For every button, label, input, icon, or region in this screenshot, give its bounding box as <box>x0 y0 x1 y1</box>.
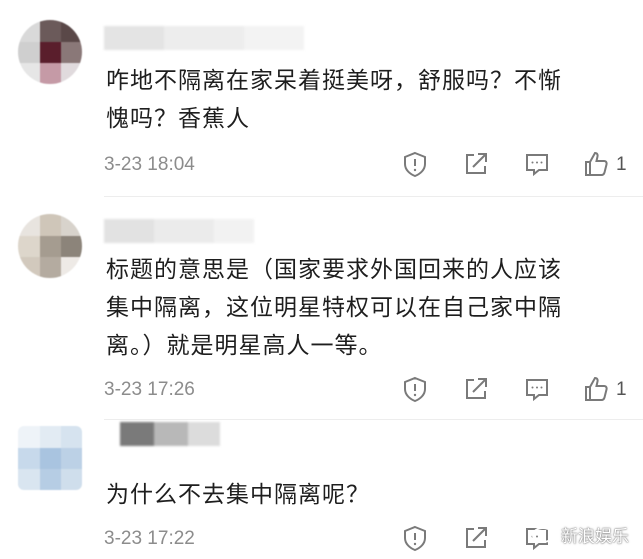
like-icon[interactable] <box>582 375 610 403</box>
share-icon[interactable] <box>462 524 490 552</box>
report-icon[interactable] <box>401 150 429 178</box>
reply-icon[interactable] <box>523 150 551 178</box>
report-icon[interactable] <box>401 524 429 552</box>
comment-item: 标题的意思是（国家要求外国回来的人应该 集中隔离，这位明星特权可以在自己家中隔 … <box>0 197 643 419</box>
comment-time: 3-23 17:22 <box>104 528 195 549</box>
comment-text-line: 离。）就是明星高人一等。 <box>106 333 383 359</box>
comment-meta: 3-23 18:04 1 <box>104 150 634 180</box>
comment-text: 咋地不隔离在家呆着挺美呀，舒服吗？不惭 愧吗？香蕉人 <box>106 62 626 138</box>
weibo-eye-icon <box>531 522 555 546</box>
avatar[interactable] <box>18 20 82 84</box>
comment-text-line: 为什么不去集中隔离呢？ <box>106 482 370 508</box>
report-icon[interactable] <box>401 375 429 403</box>
share-icon[interactable] <box>462 375 490 403</box>
comment-meta: 3-23 17:26 1 <box>104 375 634 405</box>
like-icon[interactable] <box>582 150 610 178</box>
like-count: 1 <box>616 154 627 175</box>
comment-item: 咋地不隔离在家呆着挺美呀，舒服吗？不惭 愧吗？香蕉人 3-23 18:04 1 <box>0 0 643 196</box>
comment-text-line: 咋地不隔离在家呆着挺美呀，舒服吗？不惭 <box>106 68 562 94</box>
comment-text: 标题的意思是（国家要求外国回来的人应该 集中隔离，这位明星特权可以在自己家中隔 … <box>106 251 626 365</box>
watermark: 新浪娱乐 <box>531 519 629 549</box>
comment-text-line: 集中隔离，这位明星特权可以在自己家中隔 <box>106 295 562 321</box>
comment-text-line: 愧吗？香蕉人 <box>106 106 250 132</box>
comment-time: 3-23 18:04 <box>104 154 195 175</box>
avatar[interactable] <box>18 426 82 490</box>
reply-icon[interactable] <box>523 375 551 403</box>
comment-text-line: 标题的意思是（国家要求外国回来的人应该 <box>106 257 562 283</box>
like-count: 1 <box>616 379 627 400</box>
share-icon[interactable] <box>462 150 490 178</box>
avatar[interactable] <box>18 214 82 278</box>
comment-text: 为什么不去集中隔离呢？ <box>106 476 626 514</box>
username-blurred[interactable] <box>120 422 220 446</box>
watermark-text: 新浪娱乐 <box>561 526 629 547</box>
username-blurred[interactable] <box>104 26 304 50</box>
comment-time: 3-23 17:26 <box>104 379 195 400</box>
username-blurred[interactable] <box>104 219 254 243</box>
